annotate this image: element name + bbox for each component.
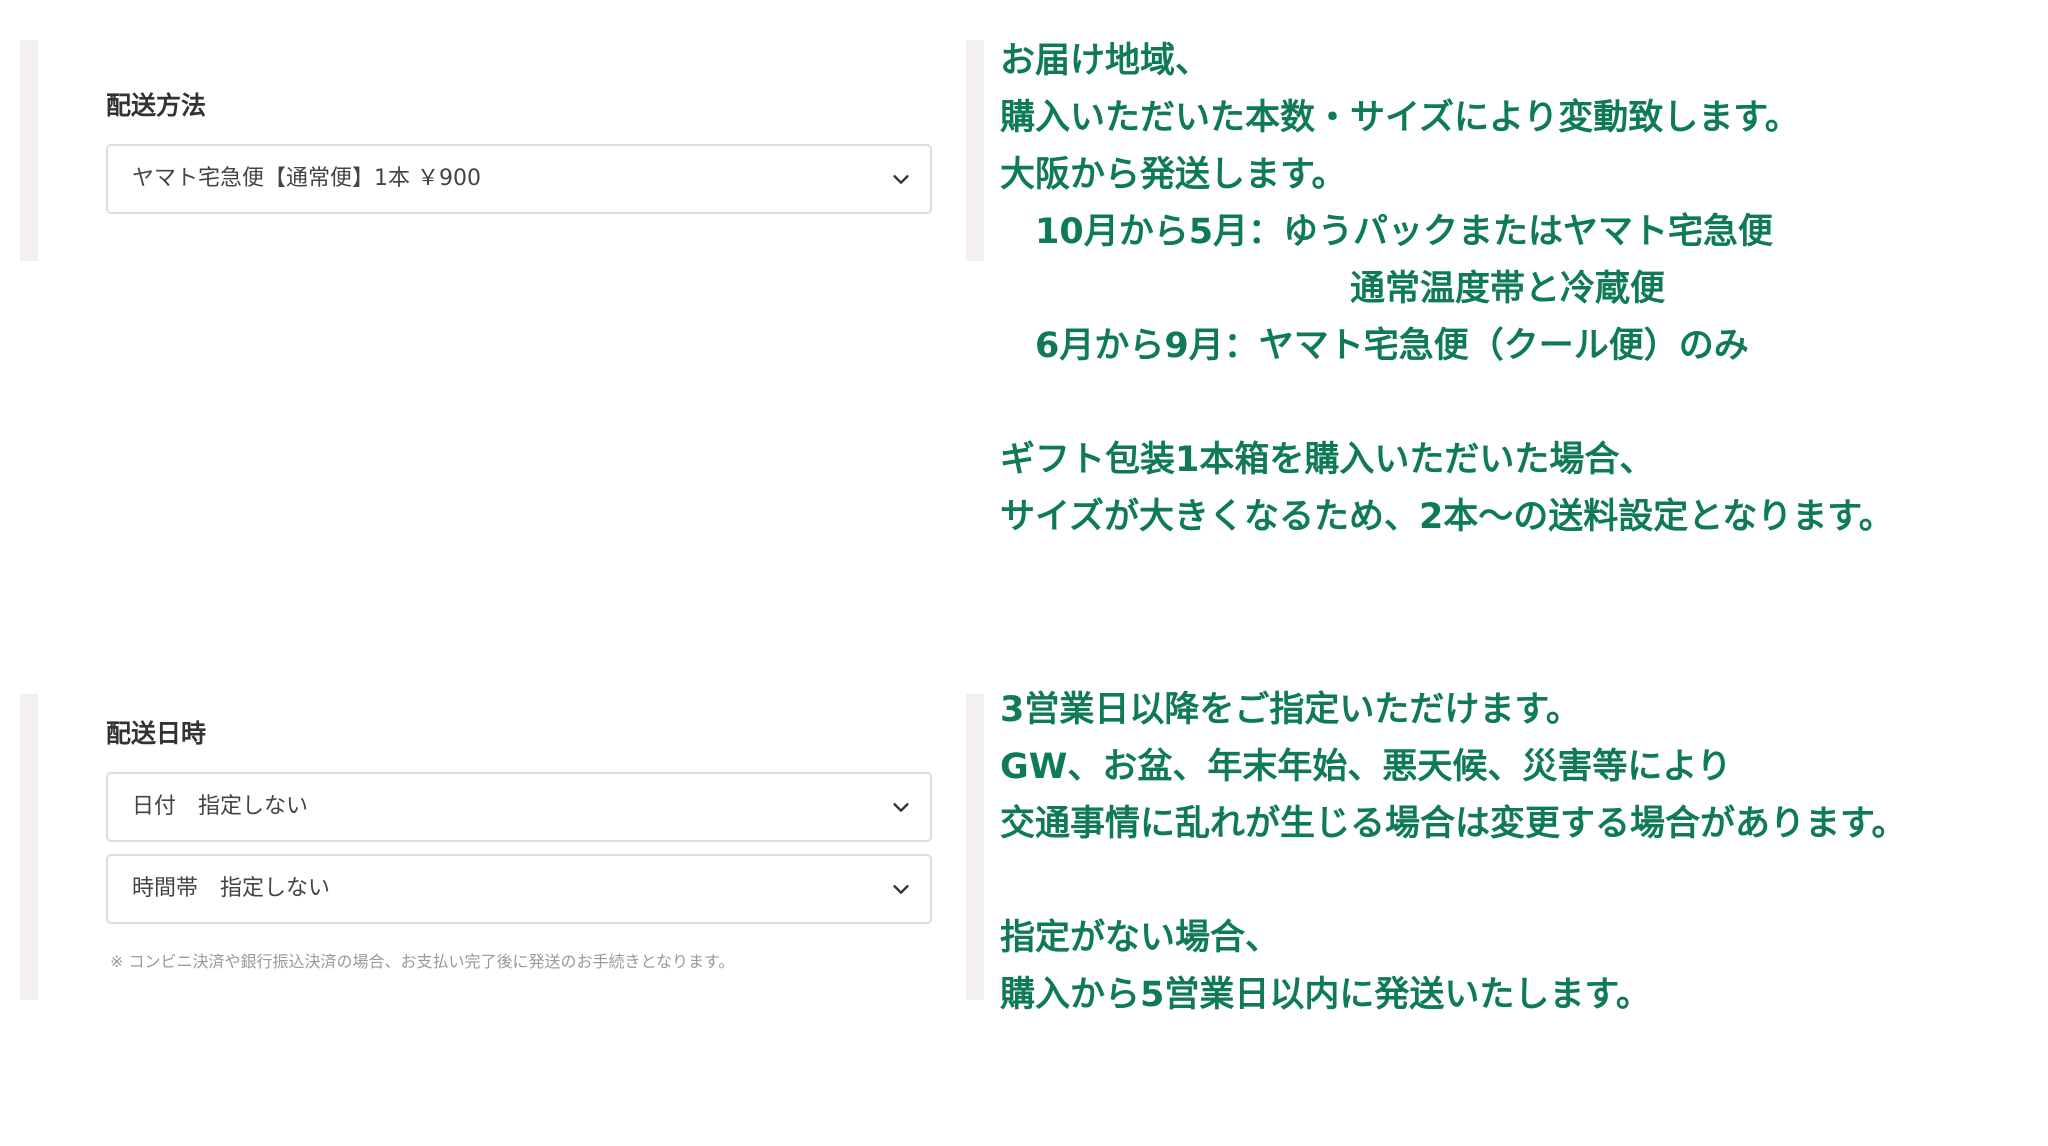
shipping-method-select-value: ヤマト宅急便【通常便】1本 ￥900 [132, 166, 481, 191]
info-line: サイズが大きくなるため、2本～の送料設定となります。 [1000, 497, 1894, 537]
info-line: GW、お盆、年末年始、悪天候、災害等により [1000, 747, 1732, 787]
panel-accent-bar [20, 694, 38, 1000]
info-line: お届け地域、 [1000, 41, 1211, 81]
shipping-info-text: お届け地域、 購入いただいた本数・サイズにより変動致します。 大阪から発送します… [1000, 33, 1894, 546]
info-line: 指定がない場合、 [1000, 918, 1281, 958]
page: 配送方法 ヤマト宅急便【通常便】1本 ￥900 配送日時 日付 指定しない 時間… [0, 0, 2048, 1146]
info-accent-bar-bottom [966, 694, 984, 1000]
delivery-date-select-value: 日付 指定しない [132, 794, 309, 819]
shipping-method-select[interactable]: ヤマト宅急便【通常便】1本 ￥900 [106, 144, 932, 214]
delivery-time-select[interactable]: 時間帯 指定しない [106, 854, 932, 924]
shipping-datetime-panel: 配送日時 日付 指定しない 時間帯 指定しない ※ コンビニ決済や銀行振込決済の… [20, 694, 932, 1000]
info-line: 大阪から発送します。 [1000, 155, 1347, 195]
info-line: 交通事情に乱れが生じる場合は変更する場合があります。 [1000, 804, 1907, 844]
shipping-method-heading: 配送方法 [106, 91, 207, 120]
info-line: 通常温度帯と冷蔵便 [1000, 269, 1666, 309]
info-line: 3営業日以降をご指定いただけます。 [1000, 690, 1581, 730]
shipping-method-panel: 配送方法 ヤマト宅急便【通常便】1本 ￥900 [20, 40, 932, 261]
info-line: 購入から5営業日以内に発送いたします。 [1000, 975, 1651, 1015]
shipping-datetime-heading: 配送日時 [106, 719, 207, 748]
info-line [1000, 375, 1894, 432]
info-line [1000, 853, 1907, 910]
info-line: ギフト包装1本箱を購入いただいた場合、 [1000, 440, 1655, 480]
info-line: 10月から5月：ゆうパックまたはヤマト宅急便 [1000, 212, 1774, 252]
info-line: 6月から9月：ヤマト宅急便（クール便）のみ [1000, 326, 1749, 366]
info-accent-bar-top [966, 40, 984, 261]
chevron-down-icon [893, 175, 909, 184]
delivery-date-info-text: 3営業日以降をご指定いただけます。 GW、お盆、年末年始、悪天候、災害等により … [1000, 682, 1907, 1024]
info-line: 購入いただいた本数・サイズにより変動致します。 [1000, 98, 1800, 138]
payment-note: ※ コンビニ決済や銀行振込決済の場合、お支払い完了後に発送のお手続きとなります。 [110, 952, 735, 971]
delivery-time-select-value: 時間帯 指定しない [132, 876, 331, 901]
delivery-date-select[interactable]: 日付 指定しない [106, 772, 932, 842]
chevron-down-icon [893, 885, 909, 894]
panel-accent-bar [20, 40, 38, 261]
chevron-down-icon [893, 803, 909, 812]
